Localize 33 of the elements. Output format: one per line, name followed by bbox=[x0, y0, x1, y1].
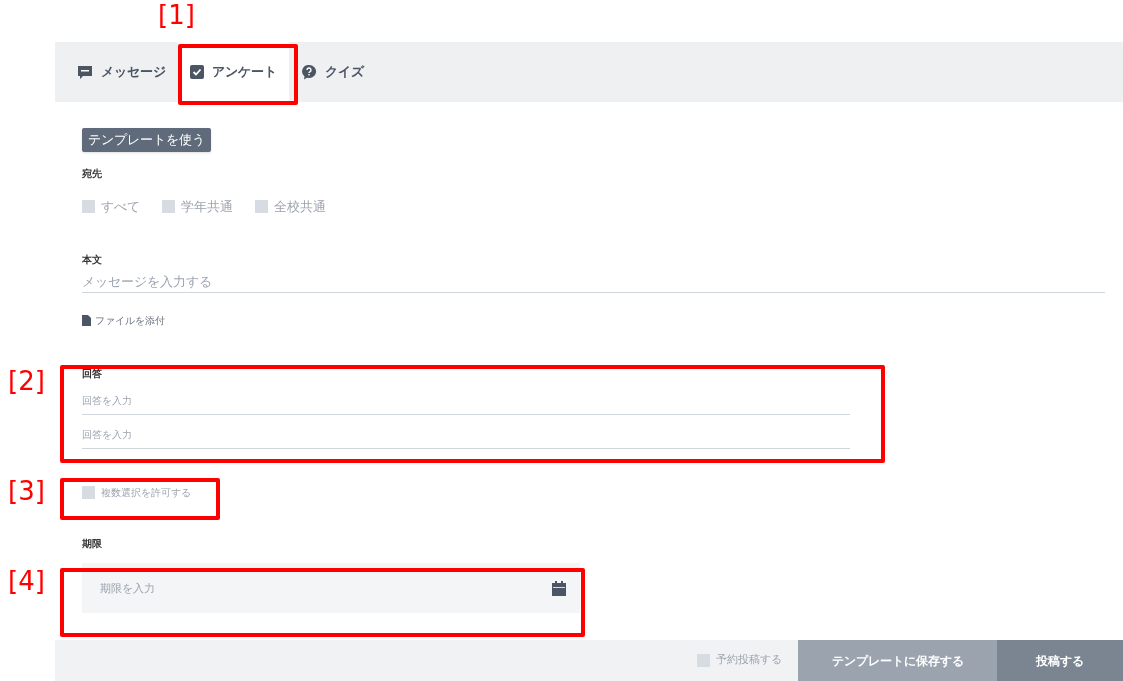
callout-label: [3] bbox=[8, 478, 45, 504]
use-template-button[interactable]: テンプレートを使う bbox=[82, 128, 211, 152]
answers-label: 回答 bbox=[82, 367, 102, 381]
recipients-label: 宛先 bbox=[82, 166, 102, 181]
checkbox-label: すべて bbox=[101, 197, 140, 216]
checkbox-label: 予約投稿する bbox=[716, 652, 782, 669]
tab[interactable]: メッセージ bbox=[65, 42, 178, 102]
answer-field[interactable]: 回答を入力 bbox=[82, 421, 850, 449]
post-button[interactable]: 投稿する bbox=[997, 640, 1123, 681]
checkbox-label: 複数選択を許可する bbox=[101, 486, 191, 500]
deadline-label: 期限 bbox=[82, 537, 102, 551]
checkbox-label: 全校共通 bbox=[274, 197, 326, 216]
message-field[interactable]: メッセージを入力する bbox=[82, 271, 1105, 293]
callout-label: [2] bbox=[8, 368, 45, 394]
body-label: 本文 bbox=[82, 253, 102, 267]
answer-field[interactable]: 回答を入力 bbox=[82, 387, 850, 415]
checkbox[interactable] bbox=[162, 199, 175, 213]
checkbox[interactable] bbox=[255, 199, 268, 213]
checkbox-icon bbox=[190, 65, 204, 79]
question-bubble-icon bbox=[301, 64, 317, 80]
callout-label: [4] bbox=[8, 568, 45, 594]
file-icon bbox=[82, 315, 91, 326]
calendar-icon[interactable] bbox=[552, 581, 566, 596]
checkbox[interactable] bbox=[82, 486, 95, 499]
tab[interactable]: アンケート bbox=[178, 42, 289, 102]
attach-file-link[interactable]: ファイルを添付 bbox=[95, 313, 165, 328]
callout-label: [1] bbox=[158, 2, 195, 28]
tab[interactable]: クイズ bbox=[289, 42, 376, 102]
checkbox[interactable] bbox=[697, 654, 710, 667]
message-icon bbox=[77, 64, 93, 80]
checkbox[interactable] bbox=[82, 199, 95, 213]
checkbox-label: 学年共通 bbox=[181, 197, 233, 216]
deadline-field[interactable]: 期限を入力 bbox=[82, 563, 580, 613]
